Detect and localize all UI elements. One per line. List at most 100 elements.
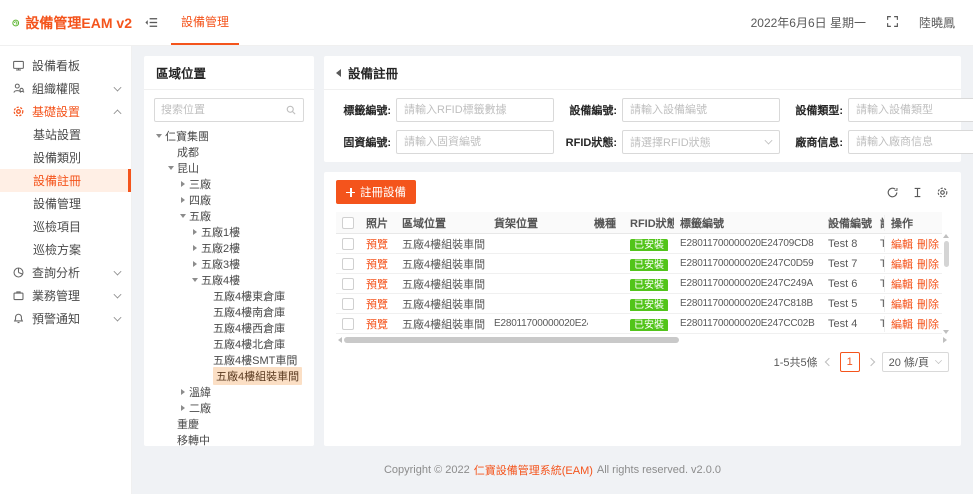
tree-node[interactable]: 三廠: [144, 176, 314, 192]
tree-node[interactable]: 五廠4樓SMT車間: [144, 352, 314, 368]
row-checkbox[interactable]: [342, 258, 354, 270]
sidebar-item-query-analysis[interactable]: 查詢分析: [0, 261, 131, 284]
preview-link[interactable]: 預覽: [360, 316, 396, 332]
row-checkbox[interactable]: [342, 298, 354, 310]
sidebar-subitem-equipment-management[interactable]: 設備管理: [0, 192, 131, 215]
edit-link[interactable]: 編輯: [891, 296, 913, 312]
footer-brand-link[interactable]: 仁寶設備管理系統(EAM): [474, 462, 593, 478]
device-type-input[interactable]: [848, 98, 973, 122]
tree-node[interactable]: 五廠4樓南倉庫: [144, 304, 314, 320]
select-all-checkbox[interactable]: [342, 217, 354, 229]
edit-link[interactable]: 編輯: [891, 276, 913, 292]
caret-right-icon[interactable]: [181, 389, 185, 395]
tree-node[interactable]: 四廠: [144, 192, 314, 208]
caret-right-icon[interactable]: [193, 245, 197, 251]
caret-right-icon[interactable]: [193, 261, 197, 267]
add-equipment-button[interactable]: 註冊設備: [336, 180, 416, 204]
tree-node-selected[interactable]: 五廠4樓組裝車間: [144, 368, 314, 384]
table-settings-gear-icon[interactable]: [936, 186, 949, 199]
tag-number-input[interactable]: [396, 98, 554, 122]
tree-node[interactable]: 五廠4樓東倉庫: [144, 288, 314, 304]
caret-right-icon[interactable]: [181, 197, 185, 203]
tree-node[interactable]: 五廠4樓北倉庫: [144, 336, 314, 352]
preview-link[interactable]: 預覽: [360, 256, 396, 272]
app-title: 設備管理EAM v2: [25, 13, 132, 33]
scroll-up-arrow-icon[interactable]: [943, 234, 949, 238]
menu-fold-icon[interactable]: [132, 0, 171, 45]
scroll-down-arrow-icon[interactable]: [943, 330, 949, 334]
tree-node[interactable]: 五廠1樓: [144, 224, 314, 240]
sidebar-item-alert-notification[interactable]: 預警通知: [0, 307, 131, 330]
chevron-down-icon: [114, 267, 122, 275]
tree-node[interactable]: 二廠: [144, 400, 314, 416]
delete-link[interactable]: 刪除: [917, 316, 939, 332]
caret-right-icon[interactable]: [181, 405, 185, 411]
caret-down-icon[interactable]: [168, 166, 174, 170]
sidebar-subitem-inspection-items[interactable]: 巡檢項目: [0, 215, 131, 238]
rfid-status-select[interactable]: 請選擇RFID狀態: [622, 130, 780, 154]
caret-down-icon[interactable]: [156, 134, 162, 138]
device-number-input[interactable]: [622, 98, 780, 122]
edit-link[interactable]: 編輯: [891, 316, 913, 332]
tree-node[interactable]: 五廠2樓: [144, 240, 314, 256]
tree-node[interactable]: 仁寶集團: [144, 128, 314, 144]
delete-link[interactable]: 刪除: [917, 256, 939, 272]
edit-link[interactable]: 編輯: [891, 236, 913, 252]
tree-node[interactable]: 五廠3樓: [144, 256, 314, 272]
column-height-icon[interactable]: [911, 186, 924, 199]
vertical-scrollbar[interactable]: [943, 234, 949, 334]
preview-link[interactable]: 預覽: [360, 276, 396, 292]
delete-link[interactable]: 刪除: [917, 296, 939, 312]
page-number-button[interactable]: 1: [840, 352, 860, 372]
tab-equipment-management[interactable]: 設備管理: [171, 0, 239, 45]
caret-down-icon[interactable]: [180, 214, 186, 218]
sidebar-item-basic-settings[interactable]: 基礎設置: [0, 100, 131, 123]
row-checkbox[interactable]: [342, 318, 354, 330]
scroll-right-arrow-icon[interactable]: [943, 337, 947, 343]
sidebar-subitem-equipment-category[interactable]: 設備類別: [0, 146, 131, 169]
region-tree-panel: 區域位置 仁寶集團 成都 昆山 三廠 四廠 五廠 五廠: [144, 56, 314, 446]
row-checkbox[interactable]: [342, 238, 354, 250]
preview-link[interactable]: 預覽: [360, 296, 396, 312]
caret-right-icon[interactable]: [193, 229, 197, 235]
preview-link[interactable]: 預覽: [360, 236, 396, 252]
pie-chart-icon: [12, 266, 25, 279]
search-icon[interactable]: [285, 104, 297, 116]
caret-down-icon[interactable]: [192, 278, 198, 282]
tree-node[interactable]: 溫緯: [144, 384, 314, 400]
next-page-icon[interactable]: [866, 358, 874, 366]
vertical-scrollbar-thumb[interactable]: [944, 241, 949, 267]
tree-node[interactable]: 重慶: [144, 416, 314, 432]
user-name[interactable]: 陸曉鳳: [919, 14, 955, 31]
horizontal-scrollbar[interactable]: [336, 336, 949, 344]
tree-node[interactable]: 五廠4樓: [144, 272, 314, 288]
tree-search-input[interactable]: [161, 104, 285, 116]
sidebar-subitem-inspection-plan[interactable]: 巡檢方案: [0, 238, 131, 261]
vendor-info-input[interactable]: [848, 130, 973, 154]
sidebar-subitem-equipment-register[interactable]: 設備註冊: [0, 169, 131, 192]
delete-link[interactable]: 刪除: [917, 236, 939, 252]
prev-page-icon[interactable]: [824, 358, 832, 366]
tree-node[interactable]: 五廠: [144, 208, 314, 224]
delete-link[interactable]: 刪除: [917, 276, 939, 292]
row-checkbox[interactable]: [342, 278, 354, 290]
fullscreen-icon[interactable]: [886, 15, 899, 31]
collapse-panel-icon[interactable]: [336, 69, 341, 77]
sidebar-item-org-permissions[interactable]: 組織權限: [0, 77, 131, 100]
tree-node[interactable]: 移轉中: [144, 432, 314, 446]
sidebar-item-dashboard[interactable]: 設備看板: [0, 54, 131, 77]
status-badge: 已安裝: [630, 239, 668, 251]
sidebar-subitem-base-station-settings[interactable]: 基站設置: [0, 123, 131, 146]
panel-title: 設備註冊: [348, 63, 398, 82]
tree-node[interactable]: 五廠4樓西倉庫: [144, 320, 314, 336]
scroll-left-arrow-icon[interactable]: [338, 337, 342, 343]
caret-right-icon[interactable]: [181, 181, 185, 187]
page-size-select[interactable]: 20 條/頁: [882, 352, 949, 372]
refresh-icon[interactable]: [886, 186, 899, 199]
tree-node[interactable]: 成都: [144, 144, 314, 160]
sidebar-item-business-management[interactable]: 業務管理: [0, 284, 131, 307]
tree-node[interactable]: 昆山: [144, 160, 314, 176]
asset-number-input[interactable]: [396, 130, 554, 154]
edit-link[interactable]: 編輯: [891, 256, 913, 272]
horizontal-scrollbar-thumb[interactable]: [344, 337, 679, 343]
